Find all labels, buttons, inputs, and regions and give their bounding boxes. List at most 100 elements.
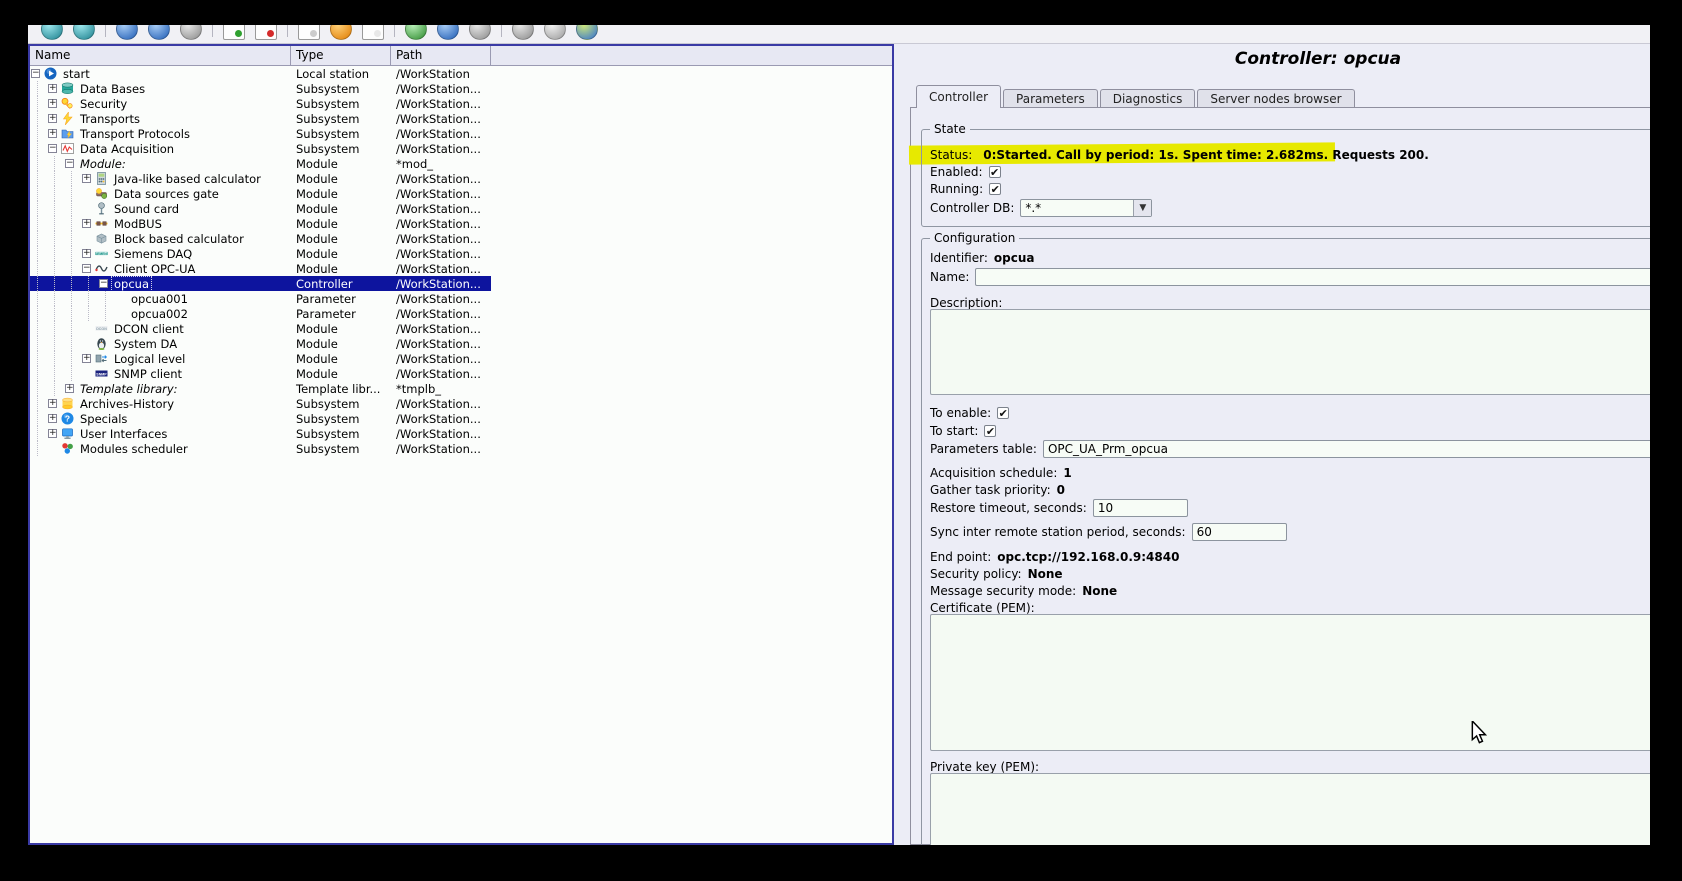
- about-icon[interactable]: [576, 25, 598, 40]
- sync-period-field[interactable]: [1192, 523, 1287, 541]
- tree-row[interactable]: −startLocal station/WorkStation: [30, 66, 892, 81]
- restore-timeout-field[interactable]: [1093, 499, 1188, 517]
- tree-row[interactable]: +Archives-HistorySubsystem/WorkStation..…: [30, 396, 892, 411]
- tree-row[interactable]: SNMPSNMP clientModule/WorkStation...: [30, 366, 892, 381]
- expand-icon[interactable]: +: [65, 384, 74, 393]
- expand-icon[interactable]: +: [48, 84, 57, 93]
- tree-cell-path: /WorkStation...: [391, 322, 491, 336]
- undo-icon[interactable]: [512, 25, 534, 40]
- tree-cell-name: −Module:: [30, 156, 291, 171]
- tree-row[interactable]: −opcuaController/WorkStation...: [30, 276, 892, 291]
- tree-row[interactable]: +User InterfacesSubsystem/WorkStation...: [30, 426, 892, 441]
- running-checkbox[interactable]: ✔: [989, 183, 1001, 195]
- description-field[interactable]: [930, 309, 1650, 395]
- chevron-down-icon[interactable]: ▼: [1133, 200, 1151, 216]
- tab-parameters[interactable]: Parameters: [1003, 89, 1098, 108]
- tree-row[interactable]: +?SpecialsSubsystem/WorkStation...: [30, 411, 892, 426]
- save-icon[interactable]: [148, 25, 170, 40]
- expand-icon[interactable]: +: [82, 174, 91, 183]
- tab-controller[interactable]: Controller: [916, 85, 1001, 108]
- expand-icon[interactable]: +: [48, 399, 57, 408]
- svg-text:SIEMENS: SIEMENS: [95, 252, 108, 256]
- tree-indent-guide: [48, 261, 65, 276]
- tree-row[interactable]: +TransportsSubsystem/WorkStation...: [30, 111, 892, 126]
- to-enable-checkbox[interactable]: ✔: [997, 407, 1009, 419]
- tab-server-nodes-browser[interactable]: Server nodes browser: [1197, 89, 1354, 108]
- tree-cell-path: /WorkStation...: [391, 262, 491, 276]
- tree-row[interactable]: +SecuritySubsystem/WorkStation...: [30, 96, 892, 111]
- tree-row[interactable]: Sound cardModule/WorkStation...: [30, 201, 892, 216]
- collapse-icon[interactable]: −: [99, 279, 108, 288]
- paste-icon[interactable]: [362, 25, 384, 40]
- private-key-field[interactable]: [930, 773, 1650, 845]
- expand-icon[interactable]: +: [48, 99, 57, 108]
- tree-row[interactable]: +Java-like based calculatorModule/WorkSt…: [30, 171, 892, 186]
- collapse-icon[interactable]: −: [65, 159, 74, 168]
- tree-indent-guide: [82, 291, 99, 306]
- tree-row[interactable]: +Transport ProtocolsSubsystem/WorkStatio…: [30, 126, 892, 141]
- expand-icon[interactable]: +: [82, 249, 91, 258]
- cut-icon[interactable]: [330, 25, 352, 40]
- stop-icon[interactable]: [469, 25, 491, 40]
- tree-row[interactable]: opcua001Parameter/WorkStation...: [30, 291, 892, 306]
- tree-item-label: Modules scheduler: [78, 442, 190, 456]
- tree-row[interactable]: +Data BasesSubsystem/WorkStation...: [30, 81, 892, 96]
- tree-cell-path: /WorkStation...: [391, 142, 491, 156]
- copy-icon[interactable]: [298, 25, 320, 40]
- delete-item-icon[interactable]: [255, 25, 277, 40]
- controller-db-select[interactable]: *.* ▼: [1020, 199, 1152, 217]
- redo-icon[interactable]: [544, 25, 566, 40]
- status-label: Status:: [930, 148, 972, 162]
- tree-row[interactable]: +SIEMENSSiemens DAQModule/WorkStation...: [30, 246, 892, 261]
- enabled-checkbox[interactable]: ✔: [989, 166, 1001, 178]
- expand-icon[interactable]: +: [48, 114, 57, 123]
- tree-row[interactable]: +Template library:Template libr...*tmplb…: [30, 381, 892, 396]
- expand-icon[interactable]: +: [82, 219, 91, 228]
- tree-row[interactable]: Block based calculatorModule/WorkStation…: [30, 231, 892, 246]
- tree-row[interactable]: Modules schedulerSubsystem/WorkStation..…: [30, 441, 892, 456]
- tree-row[interactable]: System DAModule/WorkStation...: [30, 336, 892, 351]
- tree-row[interactable]: +Logical levelModule/WorkStation...: [30, 351, 892, 366]
- to-start-checkbox[interactable]: ✔: [984, 425, 996, 437]
- tree-indent-guide: [31, 321, 48, 336]
- tree-indent-guide: [65, 216, 82, 231]
- running-label: Running:: [930, 182, 983, 196]
- expand-icon[interactable]: +: [82, 354, 91, 363]
- tree-row[interactable]: Data sources gateModule/WorkStation...: [30, 186, 892, 201]
- tree-row[interactable]: −Module:Module*mod_: [30, 156, 892, 171]
- load-icon[interactable]: [116, 25, 138, 40]
- certificate-field[interactable]: [930, 614, 1650, 751]
- refresh-icon[interactable]: [405, 25, 427, 40]
- disconnect-icon[interactable]: [73, 25, 95, 40]
- collapse-icon[interactable]: −: [31, 69, 40, 78]
- tree-row[interactable]: −Client OPC-UAModule/WorkStation...: [30, 261, 892, 276]
- connect-icon[interactable]: [41, 25, 63, 40]
- tree-indent-guide: [65, 306, 82, 321]
- tree-indent-guide: [48, 351, 65, 366]
- tree-cell-path: /WorkStation...: [391, 397, 491, 411]
- to-start-label: To start:: [930, 424, 978, 438]
- tree-row[interactable]: +ModBUSModule/WorkStation...: [30, 216, 892, 231]
- start-icon[interactable]: [437, 25, 459, 40]
- tree-cell-path: /WorkStation...: [391, 292, 491, 306]
- name-field[interactable]: [975, 268, 1650, 286]
- up-icon[interactable]: [180, 25, 202, 40]
- tree-cell-name: −start: [30, 66, 291, 81]
- tree-row[interactable]: −Data AcquisitionSubsystem/WorkStation..…: [30, 141, 892, 156]
- collapse-icon[interactable]: −: [48, 144, 57, 153]
- tree-row[interactable]: opcua002Parameter/WorkStation...: [30, 306, 892, 321]
- tree-row[interactable]: DCONDCON clientModule/WorkStation...: [30, 321, 892, 336]
- expand-icon[interactable]: +: [48, 414, 57, 423]
- add-item-icon[interactable]: [223, 25, 245, 40]
- tree-row-main: +?SpecialsSubsystem/WorkStation...: [30, 411, 491, 426]
- parameters-table-field[interactable]: [1043, 440, 1650, 458]
- expand-icon[interactable]: +: [48, 129, 57, 138]
- collapse-icon[interactable]: −: [82, 264, 91, 273]
- acquisition-schedule-row: Acquisition schedule: 1: [930, 465, 1072, 481]
- tree-cell-name: +Security: [30, 96, 291, 111]
- tree-row-main: −startLocal station/WorkStation: [30, 66, 491, 81]
- expand-icon[interactable]: +: [48, 429, 57, 438]
- tree-row-main: +TransportsSubsystem/WorkStation...: [30, 111, 491, 126]
- tree-cell-name: opcua002: [30, 306, 291, 321]
- tab-diagnostics[interactable]: Diagnostics: [1100, 89, 1196, 108]
